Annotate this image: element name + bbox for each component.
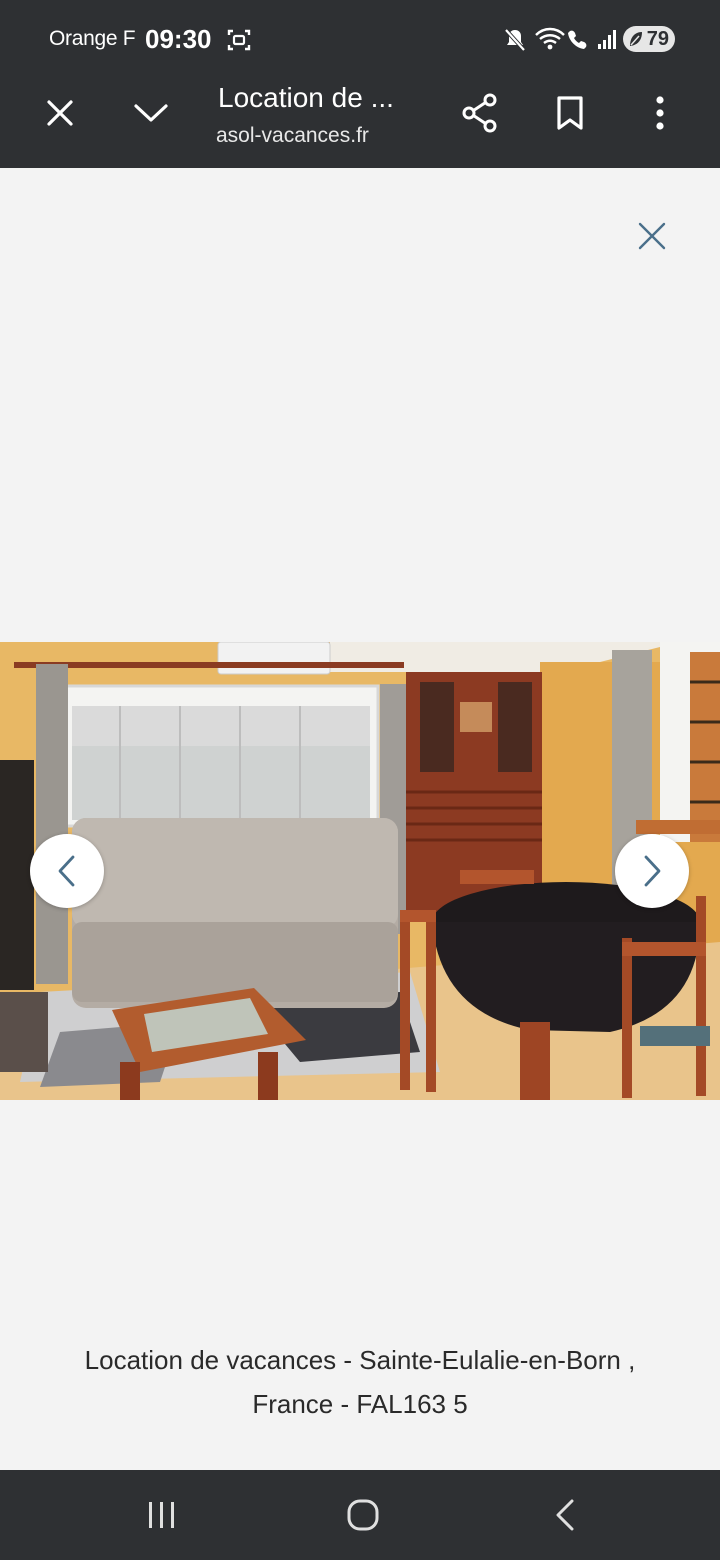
living-room-photo (0, 642, 720, 1100)
signal-icon (598, 30, 616, 49)
wifi-calling-icon (535, 27, 587, 50)
clock: 09:30 (145, 24, 212, 54)
more-vert-icon (656, 96, 664, 130)
battery-icon: 79 (623, 26, 675, 52)
battery-level: 79 (646, 28, 669, 50)
chevron-right-icon (644, 855, 661, 887)
previous-image-button[interactable] (30, 834, 104, 908)
battery-saver-leaf-icon (630, 32, 642, 46)
chevron-down-icon (134, 104, 168, 122)
mute-icon (504, 28, 526, 52)
screen-record-icon (227, 29, 251, 51)
close-icon (47, 100, 73, 126)
recents-icon (149, 1502, 174, 1528)
page-url[interactable]: asol-vacances.fr (216, 124, 396, 148)
status-bar: Orange F 09:30 79 (0, 0, 720, 78)
home-button[interactable] (340, 1492, 386, 1538)
more-options-button[interactable] (632, 85, 688, 141)
chevron-left-icon (58, 855, 75, 887)
listing-photo[interactable] (0, 642, 720, 1100)
image-viewer: Location de vacances - Sainte-Eulalie-en… (0, 168, 720, 1470)
close-tab-button[interactable] (32, 85, 88, 141)
close-viewer-button[interactable] (632, 216, 672, 256)
share-icon (462, 93, 497, 133)
page-title: Location de ... (218, 82, 394, 113)
carrier-label: Orange F (49, 27, 136, 50)
image-caption: Location de vacances - Sainte-Eulalie-en… (40, 1338, 680, 1426)
back-icon (556, 1499, 574, 1531)
back-button[interactable] (542, 1492, 588, 1538)
caption-line-1: Location de vacances - Sainte-Eulalie-en… (84, 1345, 636, 1375)
recents-button[interactable] (139, 1492, 185, 1538)
minimize-tab-button[interactable] (123, 85, 179, 141)
close-icon (638, 222, 666, 250)
caption-line-2: France - FAL163 5 (252, 1389, 468, 1419)
share-button[interactable] (452, 85, 508, 141)
next-image-button[interactable] (615, 834, 689, 908)
home-icon (347, 1499, 379, 1531)
bookmark-icon (557, 96, 583, 130)
bookmark-button[interactable] (542, 85, 598, 141)
custom-tab-toolbar: Location de ... asol-vacances.fr (0, 78, 720, 168)
system-nav-bar (0, 1470, 720, 1560)
